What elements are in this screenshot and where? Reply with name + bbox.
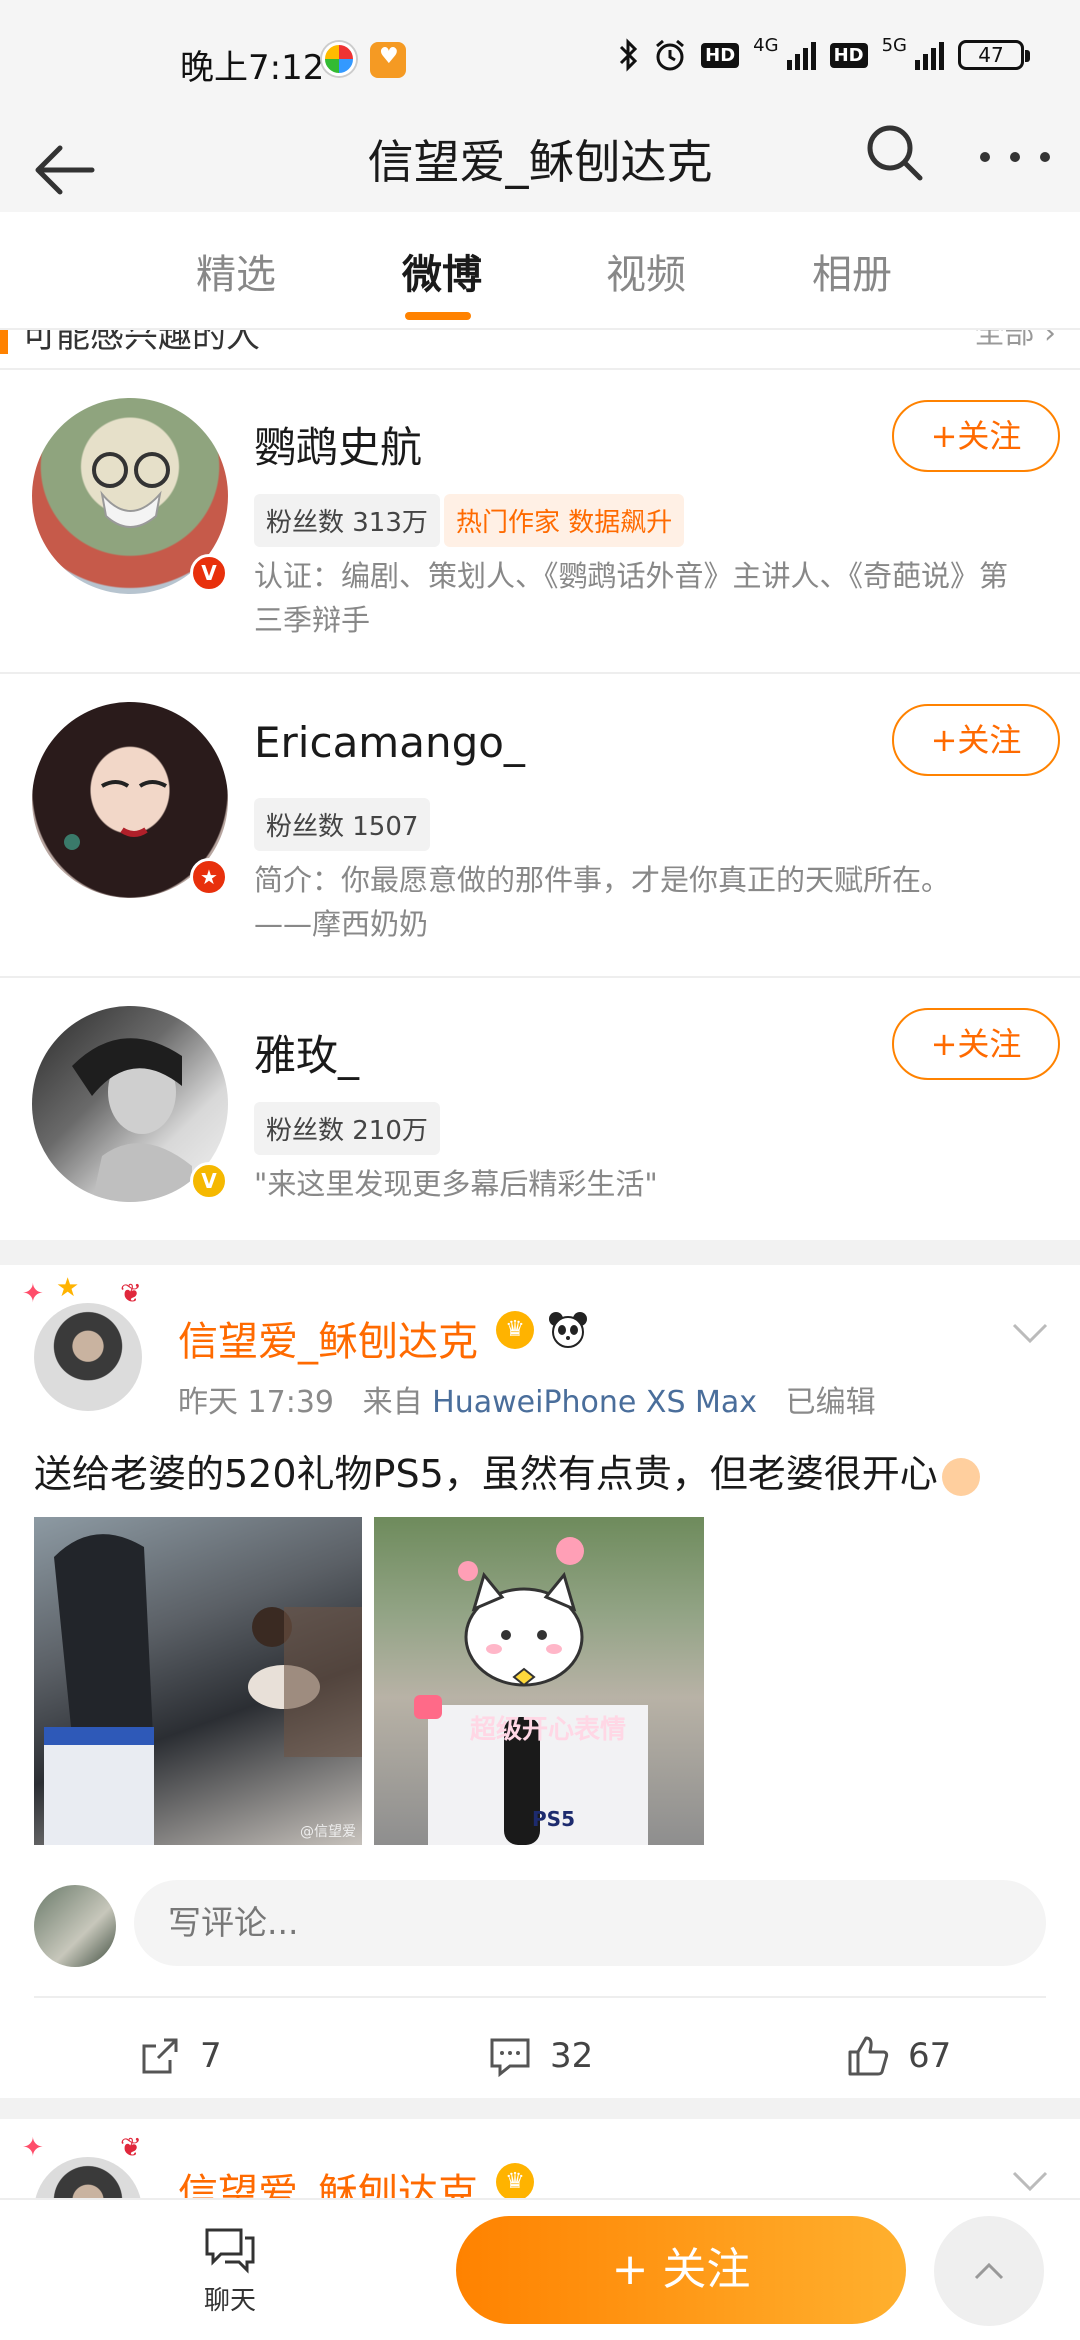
follow-button[interactable]: +关注 <box>892 1008 1060 1080</box>
active-tab-indicator <box>405 312 471 320</box>
recommend-header: 可能感兴趣的人 全部 › <box>0 330 1080 370</box>
verified-badge: V <box>190 1162 228 1200</box>
user-name[interactable]: 雅玫_ <box>254 1022 359 1083</box>
hot-tag: 热门作家 数据飙升 <box>444 494 685 547</box>
image-watermark: @信望爱 <box>300 1824 356 1840</box>
post-time: 昨天 17:39 <box>178 1385 334 1420</box>
image-caption: 超级开心表情 <box>470 1715 627 1745</box>
tab-albums[interactable]: 相册 <box>772 242 932 300</box>
swirl-icon: ❦ <box>120 2133 142 2163</box>
bottom-action-bar: 聊天 + 关注 <box>0 2198 1080 2340</box>
thumbs-up-icon <box>848 2036 889 2076</box>
section-divider <box>0 2098 1080 2119</box>
network-5g-label: 5G <box>881 34 907 56</box>
comment-count: 32 <box>550 2036 594 2076</box>
status-time: 晚上7:12 <box>180 48 325 88</box>
user-description: 认证：编剧、策划人、《鹦鹉话外音》主讲人、《奇葩说》第 三季辩手 <box>254 554 1064 642</box>
repost-count: 7 <box>200 2036 222 2076</box>
swirl-icon: ❦ <box>120 1279 142 1309</box>
follow-main-button[interactable]: + 关注 <box>456 2216 906 2324</box>
tab-weibo[interactable]: 微博 <box>362 242 522 300</box>
post-source-prefix: 来自 <box>362 1385 423 1420</box>
comment-button[interactable]: 32 <box>488 2031 593 2081</box>
follow-button[interactable]: +关注 <box>892 704 1060 776</box>
post-image[interactable]: @信望爱 <box>34 1517 362 1845</box>
hd-icon: HD <box>701 42 740 68</box>
fans-count: 粉丝数 210万 <box>254 1102 440 1155</box>
search-icon[interactable] <box>862 120 928 186</box>
ps5-logo: PS5 <box>532 1807 575 1831</box>
sparkle-icon: ✦ <box>22 2133 44 2163</box>
share-icon <box>142 2038 178 2074</box>
crown-badge-icon: ♛ <box>496 1311 534 1349</box>
status-bar: 晚上7:12 HD 4G HD 5G 47 <box>0 0 1080 120</box>
chat-button[interactable]: 聊天 <box>190 2224 270 2317</box>
happy-emoji-icon <box>941 1457 980 1496</box>
description-line: 简介：你最愿意做的那件事，才是你真正的天赋所在。 <box>254 863 951 897</box>
battery-icon: 47 <box>958 40 1030 70</box>
recommend-user-card[interactable]: ★ Ericamango_ 粉丝数 1507 简介：你最愿意做的那件事，才是你真… <box>0 674 1080 978</box>
star-icon: ★ <box>56 1273 80 1303</box>
verified-badge: V <box>190 554 228 592</box>
post-body: 送给老婆的520礼物PS5，虽然有点贵，但老婆很开心 <box>34 1452 938 1496</box>
description-line: 认证：编剧、策划人、《鹦鹉话外音》主讲人、《奇葩说》第 <box>254 559 1009 593</box>
post-divider <box>34 1996 1046 1998</box>
description-line: "来这里发现更多幕后精彩生活" <box>254 1167 658 1201</box>
repost-button[interactable]: 7 <box>138 2031 222 2081</box>
alarm-icon <box>656 39 685 71</box>
system-indicators: HD 4G HD 5G 47 <box>617 34 1030 72</box>
chevron-down-icon[interactable] <box>1010 1321 1050 1345</box>
signal-icon-2 <box>915 40 944 70</box>
tab-videos[interactable]: 视频 <box>566 242 726 300</box>
recommend-see-all[interactable]: 全部 › <box>974 330 1056 352</box>
like-count: 67 <box>908 2036 952 2076</box>
recommend-title: 可能感兴趣的人 <box>22 330 260 356</box>
user-name[interactable]: 鹦鹉史航 <box>254 414 422 475</box>
app-notification-icon <box>322 42 356 76</box>
post-meta: 昨天 17:39 来自 HuaweiPhone XS Max 已编辑 <box>178 1377 876 1421</box>
signal-icon <box>786 40 816 70</box>
fans-count: 粉丝数 313万 <box>254 494 440 547</box>
section-accent-bar <box>0 330 8 354</box>
fans-count: 粉丝数 1507 <box>254 798 431 851</box>
profile-tabs: 精选 微博 视频 相册 <box>0 212 1080 330</box>
member-badge: ★ <box>190 858 228 896</box>
network-4g-label: 4G <box>753 34 779 56</box>
my-avatar <box>34 1885 116 1967</box>
more-options-icon[interactable] <box>980 142 1050 172</box>
panda-icon <box>549 1312 587 1348</box>
author-name[interactable]: 信望爱_稣刨达克 <box>178 1309 478 1367</box>
section-divider <box>0 1240 1080 1265</box>
edited-label[interactable]: 已编辑 <box>786 1385 876 1420</box>
user-description: "来这里发现更多幕后精彩生活" <box>254 1162 1064 1206</box>
chevron-down-icon[interactable] <box>1010 2169 1050 2193</box>
comment-icon <box>490 2038 530 2078</box>
weibo-post: ✦ ★ ❦ 信望爱_稣刨达克 ♛ 昨天 17:39 来自 HuaweiPhone… <box>0 1265 1080 2098</box>
comment-input[interactable]: 写评论... <box>134 1880 1046 1966</box>
top-nav: 信望爱_稣刨达克 <box>0 120 1080 212</box>
post-text[interactable]: 送给老婆的520礼物PS5，虽然有点贵，但老婆很开心 <box>34 1443 980 1498</box>
user-description: 简介：你最愿意做的那件事，才是你真正的天赋所在。 ——摩西奶奶 <box>254 858 1064 946</box>
user-name[interactable]: Ericamango_ <box>254 718 525 767</box>
chat-icon <box>205 2228 255 2274</box>
hd-icon-2: HD <box>829 42 868 68</box>
follow-button[interactable]: +关注 <box>892 400 1060 472</box>
sparkle-icon: ✦ <box>22 1279 44 1309</box>
tab-featured[interactable]: 精选 <box>156 242 316 300</box>
crown-badge-icon: ♛ <box>496 2163 534 2201</box>
bluetooth-icon <box>620 38 638 72</box>
description-line: ——摩西奶奶 <box>254 907 429 941</box>
post-image[interactable]: 超级开心表情 PS5 <box>374 1517 704 1845</box>
recommend-user-card[interactable]: V 鹦鹉史航 粉丝数 313万 热门作家 数据飙升 认证：编剧、策划人、《鹦鹉话… <box>0 370 1080 674</box>
post-source[interactable]: HuaweiPhone XS Max <box>432 1385 757 1420</box>
recommend-user-card[interactable]: V 雅玫_ 粉丝数 210万 "来这里发现更多幕后精彩生活" +关注 <box>0 978 1080 1240</box>
description-line: 三季辩手 <box>254 603 371 637</box>
chat-label: 聊天 <box>203 2286 256 2316</box>
health-app-icon <box>370 42 406 78</box>
like-button[interactable]: 67 <box>846 2031 951 2081</box>
author-avatar[interactable] <box>34 1303 142 1411</box>
scroll-top-button[interactable] <box>934 2216 1044 2326</box>
chevron-up-icon <box>974 2262 1004 2280</box>
